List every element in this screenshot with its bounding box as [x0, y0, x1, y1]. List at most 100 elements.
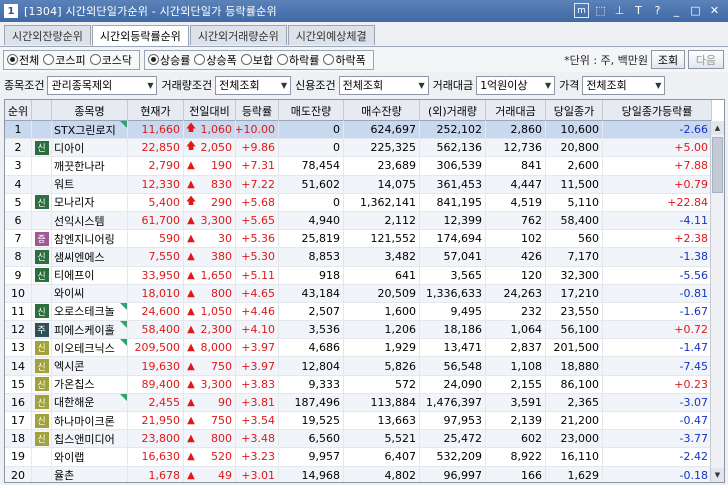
- table-row[interactable]: 19 와이랩 16,630 ▲ 520 +3.23 9,957 6,407 532,209 8,9…: [5, 448, 712, 467]
- radio-dot[interactable]: [194, 54, 206, 65]
- header-trade-amount[interactable]: 거래대금: [486, 100, 546, 121]
- header-price[interactable]: 현재가: [128, 100, 184, 121]
- radio-rise-amount[interactable]: 상승폭: [194, 52, 237, 68]
- chevron-down-icon[interactable]: ▼: [542, 77, 554, 94]
- radio-dot[interactable]: [7, 54, 18, 65]
- vertical-scrollbar[interactable]: ▲ ▼: [710, 121, 724, 482]
- stock-name[interactable]: STX그린로지: [54, 122, 116, 138]
- next-button[interactable]: 다음: [688, 50, 724, 69]
- query-button[interactable]: 조회: [651, 50, 685, 69]
- tab-after-hours-balance[interactable]: 시간외잔량순위: [4, 25, 91, 45]
- link-icon[interactable]: ⬚: [593, 3, 608, 18]
- header-close-rate[interactable]: 당일종가등락률: [603, 100, 712, 121]
- maximize-icon[interactable]: □: [688, 3, 703, 18]
- chevron-down-icon[interactable]: ▼: [144, 77, 156, 94]
- table-row[interactable]: 20 율촌 1,678 ▲ 49 +3.01 14,968 4,802 96,997 166 1,6…: [5, 466, 712, 482]
- table-row[interactable]: 18 신 칩스앤미디어 23,800 ▲ 800 +3.48 6,560 5,521 25,472…: [5, 430, 712, 449]
- radio-dot[interactable]: [43, 54, 55, 65]
- table-row[interactable]: 9 신 티에프이 33,950 ▲ 1,650 +5.11 918 641 3,565 120 32,…: [5, 266, 712, 285]
- stock-name[interactable]: 참엔지니어링: [54, 231, 115, 247]
- memo-icon[interactable]: m: [574, 3, 589, 18]
- table-row[interactable]: 2 신 디아이 22,850 🡅 2,050 +9.86 0 225,325 562,136 12,…: [5, 139, 712, 158]
- radio-dot[interactable]: [240, 54, 252, 65]
- help-icon[interactable]: ?: [650, 3, 665, 18]
- radio-flat[interactable]: 보합: [240, 52, 273, 68]
- tab-after-hours-volume[interactable]: 시간외거래량순위: [189, 25, 287, 45]
- trade-amount-select[interactable]: 1억원이상 ▼: [476, 75, 556, 95]
- radio-kosdaq[interactable]: 코스닥: [89, 52, 132, 68]
- table-row[interactable]: 10 와이씨 18,010 ▲ 800 +4.65 43,184 20,509 1,336,63…: [5, 284, 712, 303]
- table-row[interactable]: 5 신 모나리자 5,400 🡅 290 +5.68 0 1,362,141 841,195 4,5…: [5, 193, 712, 212]
- scroll-thumb[interactable]: [712, 137, 723, 193]
- radio-dot[interactable]: [277, 54, 288, 65]
- header-diff[interactable]: 전일대비: [184, 100, 236, 121]
- table-row[interactable]: 17 신 하나마이크론 21,950 ▲ 750 +3.54 19,525 13,663 97,9…: [5, 412, 712, 431]
- tab-after-hours-change-rate[interactable]: 시간외등락률순위: [91, 25, 189, 46]
- table-row[interactable]: 14 신 엑시콘 19,630 ▲ 750 +3.97 12,804 5,826 56,548 1,…: [5, 357, 712, 376]
- radio-dot[interactable]: [148, 54, 159, 65]
- chevron-down-icon[interactable]: ▼: [278, 77, 290, 94]
- stock-name[interactable]: 선익시스템: [54, 213, 105, 229]
- close-icon[interactable]: ✕: [707, 3, 722, 18]
- stock-name[interactable]: 이오테크닉스: [54, 340, 115, 356]
- header-volume[interactable]: (외)거래량: [420, 100, 486, 121]
- table-row[interactable]: 6 선익시스템 61,700 ▲ 3,300 +5.65 4,940 2,112 12,399 7…: [5, 211, 712, 231]
- market-radio-group: 전체 코스피 코스닥: [3, 49, 140, 70]
- font-size-icon[interactable]: T: [631, 3, 646, 18]
- header-ask-balance[interactable]: 매도잔량: [279, 100, 344, 121]
- credit-condition-select[interactable]: 전체조회 ▼: [338, 75, 429, 95]
- stock-name[interactable]: 가온칩스: [54, 376, 94, 392]
- table-row[interactable]: 16 신 대한해운 2,455 ▲ 90 +3.81 187,496 113,884 1,476,…: [5, 393, 712, 412]
- volume-condition-select[interactable]: 전체조회 ▼: [215, 75, 292, 95]
- title-bar: 1 [1304] 시간외단일가순위 - 시간외단일가 등락률순위 m ⬚ ⊥ T…: [0, 0, 728, 22]
- stock-name[interactable]: 모나리자: [54, 194, 94, 210]
- stock-name[interactable]: 깨끗한나라: [54, 158, 105, 174]
- table-row[interactable]: 8 신 샘씨엔에스 7,550 ▲ 380 +5.30 8,853 3,482 57,041 426…: [5, 248, 712, 267]
- chevron-down-icon[interactable]: ▼: [652, 77, 664, 94]
- radio-fall-amount[interactable]: 하락폭: [323, 52, 366, 68]
- table-row[interactable]: 12 주 피에스케이홀 58,400 ▲ 2,300 +4.10 3,536 1,206 18,1…: [5, 321, 712, 340]
- stock-name[interactable]: 피에스케이홀: [54, 322, 115, 338]
- price-select[interactable]: 전체조회 ▼: [582, 75, 666, 95]
- header-bid-balance[interactable]: 매수잔량: [344, 100, 420, 121]
- stock-name[interactable]: 율촌: [54, 467, 74, 482]
- table-row[interactable]: 4 워트 12,330 ▲ 830 +7.22 51,602 14,075 361,453 4,4…: [5, 175, 712, 194]
- table-row[interactable]: 15 신 가온칩스 89,400 ▲ 3,300 +3.83 9,333 572 24,090 2,…: [5, 375, 712, 394]
- radio-all[interactable]: 전체: [7, 52, 39, 68]
- minimize-icon[interactable]: _: [669, 3, 684, 18]
- stock-name[interactable]: 엑시콘: [54, 358, 84, 374]
- stock-name[interactable]: 와이씨: [54, 285, 84, 301]
- header-rank[interactable]: 순위: [5, 100, 32, 121]
- stock-name[interactable]: 디아이: [54, 140, 84, 156]
- stock-name[interactable]: 와이랩: [54, 449, 84, 465]
- stock-name[interactable]: 오로스테크놀: [54, 303, 115, 319]
- stock-name[interactable]: 티에프이: [54, 267, 94, 283]
- stock-condition-select[interactable]: 관리종목제외 ▼: [47, 75, 158, 95]
- header-rate[interactable]: 등락률: [236, 100, 279, 121]
- stock-name[interactable]: 칩스앤미디어: [54, 431, 115, 447]
- table-row[interactable]: 13 신 이오테크닉스 209,500 ▲ 8,000 +3.97 4,686 1,929 13,…: [5, 339, 712, 358]
- close-rate-cell: +7.88: [603, 157, 712, 175]
- table-row[interactable]: 1 STX그린로지 11,660 🡅 1,060 +10.00 0 624,697 252,10…: [5, 121, 712, 140]
- header-name[interactable]: 종목명: [52, 100, 128, 121]
- stock-name[interactable]: 샘씨엔에스: [54, 249, 105, 265]
- radio-fall-rate[interactable]: 하락률: [277, 52, 319, 68]
- scroll-down-icon[interactable]: ▼: [711, 468, 724, 482]
- tab-after-hours-expected[interactable]: 시간외예상체결: [287, 25, 375, 45]
- stock-name[interactable]: 대한해운: [54, 394, 94, 410]
- chevron-down-icon[interactable]: ▼: [416, 77, 428, 94]
- radio-dot[interactable]: [323, 54, 335, 65]
- radio-rise-rate[interactable]: 상승률: [148, 52, 190, 68]
- rank-cell: 4: [5, 175, 32, 193]
- header-badge[interactable]: [32, 100, 52, 121]
- table-row[interactable]: 11 신 오로스테크놀 24,600 ▲ 1,050 +4.46 2,507 1,600 9,49…: [5, 302, 712, 322]
- table-row[interactable]: 3 깨끗한나라 2,790 ▲ 190 +7.31 78,454 23,689 306,539 8…: [5, 157, 712, 176]
- stock-name[interactable]: 워트: [54, 176, 74, 192]
- table-row[interactable]: 7 증 참엔지니어링 590 ▲ 30 +5.36 25,819 121,552 174,694 1…: [5, 230, 712, 249]
- pin-icon[interactable]: ⊥: [612, 3, 627, 18]
- scroll-up-icon[interactable]: ▲: [711, 121, 724, 135]
- header-close[interactable]: 당일종가: [546, 100, 603, 121]
- stock-name[interactable]: 하나마이크론: [54, 413, 115, 429]
- radio-dot[interactable]: [89, 54, 101, 65]
- radio-kospi[interactable]: 코스피: [43, 52, 86, 68]
